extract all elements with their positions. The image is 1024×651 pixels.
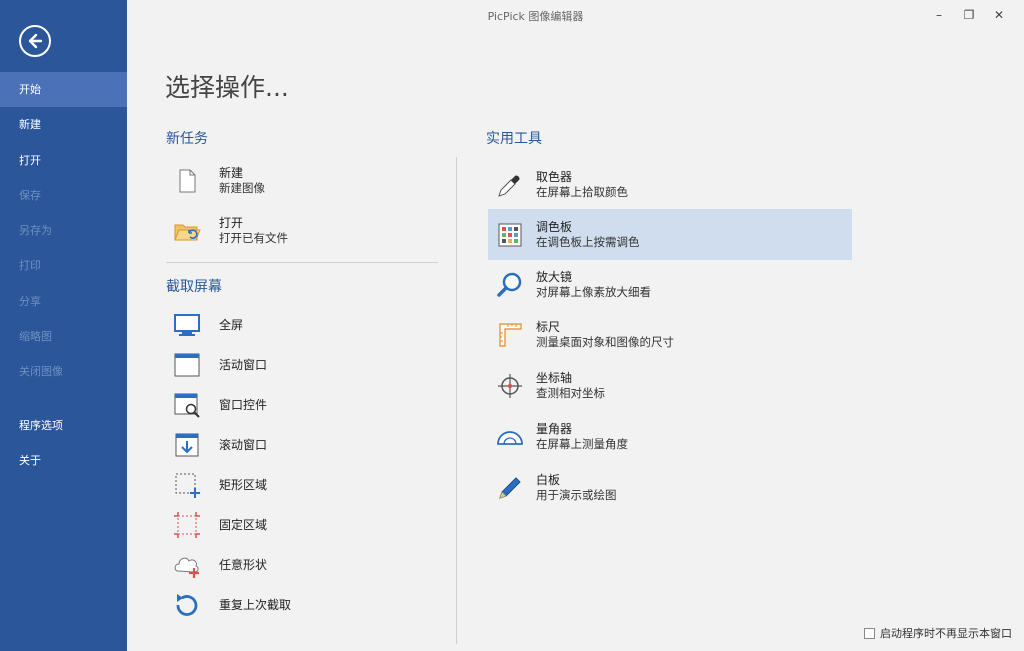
- tool-palette-item[interactable]: 调色板 在调色板上按需调色: [495, 220, 640, 250]
- new-image-title: 新建: [219, 166, 244, 180]
- open-file-item[interactable]: 打开 打开已有文件: [172, 216, 288, 246]
- capture-window-control-item[interactable]: 窗口控件: [172, 390, 267, 420]
- capture-scroll-window-item[interactable]: 滚动窗口: [172, 430, 267, 460]
- capture-window-control-label: 窗口控件: [219, 397, 268, 412]
- capture-rect-region-label: 矩形区域: [219, 477, 268, 492]
- tool-protractor-desc: 在屏幕上测量角度: [536, 437, 628, 451]
- eyedropper-icon: [495, 170, 525, 200]
- open-file-title: 打开: [219, 216, 244, 230]
- capture-fixed-region-item[interactable]: 固定区域: [172, 510, 267, 540]
- new-image-item[interactable]: 新建 新建图像: [172, 166, 265, 196]
- tool-whiteboard-desc: 用于演示或绘图: [536, 488, 617, 502]
- capture-active-window-label: 活动窗口: [219, 357, 268, 372]
- startup-checkbox-label[interactable]: 启动程序时不再显示本窗口: [880, 625, 1012, 641]
- tool-color-picker-item[interactable]: 取色器 在屏幕上拾取颜色: [495, 170, 628, 200]
- section-tools-heading: 实用工具: [486, 131, 542, 147]
- sidebar-item-share: 分享: [19, 294, 41, 308]
- sidebar-item-thumbnails: 缩略图: [19, 330, 52, 344]
- window-title: PicPick 图像编辑器: [487, 10, 584, 23]
- magnifier-icon: [495, 270, 525, 300]
- capture-active-window-item[interactable]: 活动窗口: [172, 350, 267, 380]
- section-capture-heading: 截取屏幕: [166, 279, 222, 295]
- capture-fixed-region-label: 固定区域: [219, 517, 268, 532]
- column-divider: [456, 157, 457, 644]
- rect-region-icon: [172, 470, 202, 500]
- ruler-icon: [495, 320, 525, 350]
- sidebar-item-about[interactable]: 关于: [0, 443, 127, 478]
- tool-palette-title: 调色板: [536, 220, 573, 234]
- crosshair-icon: [495, 371, 525, 401]
- tool-protractor-item[interactable]: 量角器 在屏幕上测量角度: [495, 422, 628, 452]
- tool-ruler-title: 标尺: [536, 320, 561, 334]
- capture-repeat-label: 重复上次截取: [219, 597, 292, 612]
- new-image-desc: 新建图像: [219, 181, 265, 195]
- whiteboard-pen-icon: [495, 473, 525, 503]
- capture-rect-region-item[interactable]: 矩形区域: [172, 470, 267, 500]
- tool-magnifier-item[interactable]: 放大镜 对屏幕上像素放大细看: [495, 270, 651, 300]
- arrow-left-icon: [28, 33, 43, 49]
- repeat-capture-icon: [172, 590, 202, 620]
- section-new-task-heading: 新任务: [166, 131, 208, 147]
- tool-color-picker-title: 取色器: [536, 170, 573, 184]
- page-title: 选择操作...: [165, 73, 289, 102]
- sidebar-item-save: 保存: [19, 188, 41, 202]
- fixed-region-icon: [172, 510, 202, 540]
- capture-freehand-item[interactable]: 任意形状: [172, 550, 267, 580]
- sidebar-item-options[interactable]: 程序选项: [0, 408, 127, 443]
- startup-option: 启动程序时不再显示本窗口: [864, 625, 1012, 641]
- window-control-icon: [172, 390, 202, 420]
- sidebar-item-close-image: 关闭图像: [19, 365, 63, 379]
- sidebar-item-new[interactable]: 新建: [0, 107, 127, 142]
- capture-fullscreen-item[interactable]: 全屏: [172, 310, 243, 340]
- tool-magnifier-title: 放大镜: [536, 270, 573, 284]
- tool-protractor-title: 量角器: [536, 422, 573, 436]
- tool-magnifier-desc: 对屏幕上像素放大细看: [536, 285, 651, 299]
- startup-checkbox[interactable]: [864, 627, 875, 639]
- freehand-icon: [172, 550, 202, 580]
- tool-crosshair-title: 坐标轴: [536, 371, 573, 385]
- back-button[interactable]: [19, 25, 51, 57]
- fullscreen-icon: [172, 310, 202, 340]
- tool-color-picker-desc: 在屏幕上拾取颜色: [536, 185, 628, 199]
- sidebar-item-save-as: 另存为: [19, 224, 52, 238]
- capture-freehand-label: 任意形状: [219, 557, 268, 572]
- close-button[interactable]: ✕: [986, 4, 1012, 26]
- capture-repeat-item[interactable]: 重复上次截取: [172, 590, 291, 620]
- sidebar-item-start[interactable]: 开始: [0, 72, 127, 108]
- capture-fullscreen-label: 全屏: [219, 317, 244, 332]
- palette-icon: [495, 220, 525, 250]
- tool-crosshair-item[interactable]: 坐标轴 查测相对坐标: [495, 371, 605, 401]
- scroll-window-icon: [172, 430, 202, 460]
- tool-ruler-desc: 测量桌面对象和图像的尺寸: [536, 335, 674, 349]
- section-divider: [166, 262, 438, 263]
- sidebar: 开始 新建 打开 保存 另存为 打印 分享 缩略图 关闭图像 程序选项 关于: [0, 0, 127, 651]
- sidebar-item-print: 打印: [19, 259, 41, 273]
- tool-palette-desc: 在调色板上按需调色: [536, 235, 640, 249]
- protractor-icon: [495, 422, 525, 452]
- maximize-button[interactable]: ❐: [956, 4, 982, 26]
- title-bar: PicPick 图像编辑器 – ❐ ✕: [127, 0, 1024, 30]
- tool-whiteboard-title: 白板: [536, 473, 561, 487]
- tool-ruler-item[interactable]: 标尺 测量桌面对象和图像的尺寸: [495, 320, 674, 350]
- capture-scroll-window-label: 滚动窗口: [219, 437, 268, 452]
- active-window-icon: [172, 350, 202, 380]
- minimize-button[interactable]: –: [926, 4, 952, 26]
- tool-whiteboard-item[interactable]: 白板 用于演示或绘图: [495, 473, 617, 503]
- sidebar-menu: 开始 新建 打开 保存 另存为 打印 分享 缩略图 关闭图像 程序选项 关于: [0, 72, 127, 478]
- new-file-icon: [172, 166, 202, 196]
- open-folder-icon: [172, 216, 202, 246]
- open-file-desc: 打开已有文件: [219, 231, 288, 245]
- sidebar-item-open[interactable]: 打开: [0, 143, 127, 178]
- tool-crosshair-desc: 查测相对坐标: [536, 386, 605, 400]
